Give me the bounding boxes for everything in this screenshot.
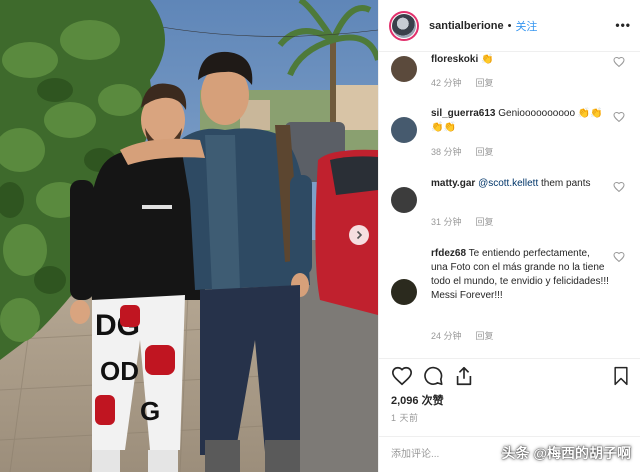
post-side-panel: santialberione • 关注 ••• floreskoki 👏 42 …: [378, 0, 640, 472]
post-header: santialberione • 关注 •••: [379, 0, 640, 52]
svg-text:G: G: [140, 396, 160, 426]
likes-number: 2,096: [391, 395, 419, 407]
comment-text: 👏: [481, 54, 494, 65]
carousel-next-button[interactable]: [349, 225, 369, 245]
comment-mention-link[interactable]: @scott.kellett: [478, 178, 538, 189]
comment-item: rfdez68 Te entiendo perfectamente, una F…: [391, 245, 635, 345]
comment-username[interactable]: sil_guerra613: [431, 108, 496, 119]
comment-text-block: matty.gar @scott.kellett them pants: [431, 177, 609, 191]
separator-dot: •: [507, 19, 512, 32]
comment-heart-icon[interactable]: [613, 111, 625, 123]
comment-meta: 42 分钟 回复: [431, 76, 494, 89]
comment-item: floreskoki 👏 42 分钟 回复: [391, 53, 635, 97]
add-comment-bar: 头条 @梅西的胡子啊: [379, 436, 640, 472]
commenter-avatar[interactable]: [391, 279, 417, 305]
post-actions: 2,096 次赞 1 天前: [379, 358, 640, 436]
comment-item: sil_guerra613 Genioooooooooo 👏👏👏👏 38 分钟 回…: [391, 105, 635, 165]
more-horizontal-icon[interactable]: •••: [615, 18, 631, 32]
comment-text-block: floreskoki 👏: [431, 53, 609, 67]
follow-button[interactable]: 关注: [515, 18, 537, 34]
svg-text:OD: OD: [100, 356, 139, 386]
bookmark-icon[interactable]: [611, 365, 631, 387]
comment-time: 24 分钟: [431, 331, 462, 341]
comment-time: 38 分钟: [431, 147, 462, 157]
comment-time: 31 分钟: [431, 217, 462, 227]
chevron-right-icon: [356, 230, 363, 240]
comment-heart-icon[interactable]: [613, 181, 625, 193]
comment-meta: 31 分钟 回复: [431, 215, 494, 228]
comment-text-block: sil_guerra613 Genioooooooooo 👏👏👏👏: [431, 107, 609, 135]
reply-button[interactable]: 回复: [476, 217, 494, 227]
comment-heart-icon[interactable]: [613, 251, 625, 263]
comment-item: matty.gar @scott.kellett them pants 31 分…: [391, 175, 635, 235]
comment-text-block: rfdez68 Te entiendo perfectamente, una F…: [431, 247, 609, 303]
share-icon[interactable]: [453, 365, 475, 387]
commenter-avatar[interactable]: [391, 56, 417, 82]
comment-meta: 24 分钟 回复: [431, 329, 494, 342]
post-image: DG OD G: [0, 0, 378, 472]
commenter-avatar[interactable]: [391, 187, 417, 213]
add-comment-input[interactable]: [391, 445, 481, 463]
reply-button[interactable]: 回复: [476, 331, 494, 341]
reply-button[interactable]: 回复: [476, 147, 494, 157]
likes-label: 次赞: [421, 395, 444, 407]
reply-button[interactable]: 回复: [476, 78, 494, 88]
post-time: 1 天前: [391, 413, 419, 423]
comment-heart-icon[interactable]: [613, 56, 625, 68]
commenter-avatar[interactable]: [391, 117, 417, 143]
watermark-text: 头条 @梅西的胡子啊: [501, 445, 631, 461]
comment-username[interactable]: floreskoki: [431, 54, 478, 65]
comment-icon[interactable]: [422, 365, 444, 387]
post-photo: DG OD G: [0, 0, 378, 472]
author-username[interactable]: santialberione: [429, 20, 504, 32]
comment-username[interactable]: matty.gar: [431, 178, 475, 189]
author-avatar[interactable]: [389, 10, 419, 41]
comment-time: 42 分钟: [431, 78, 462, 88]
comment-username[interactable]: rfdez68: [431, 248, 466, 259]
comment-meta: 38 分钟 回复: [431, 145, 494, 158]
likes-count[interactable]: 2,096 次赞: [391, 392, 444, 408]
comment-text: them pants: [541, 178, 591, 189]
comments-list[interactable]: floreskoki 👏 42 分钟 回复 sil_guerra613 Genio…: [379, 53, 640, 358]
heart-icon[interactable]: [391, 365, 413, 387]
